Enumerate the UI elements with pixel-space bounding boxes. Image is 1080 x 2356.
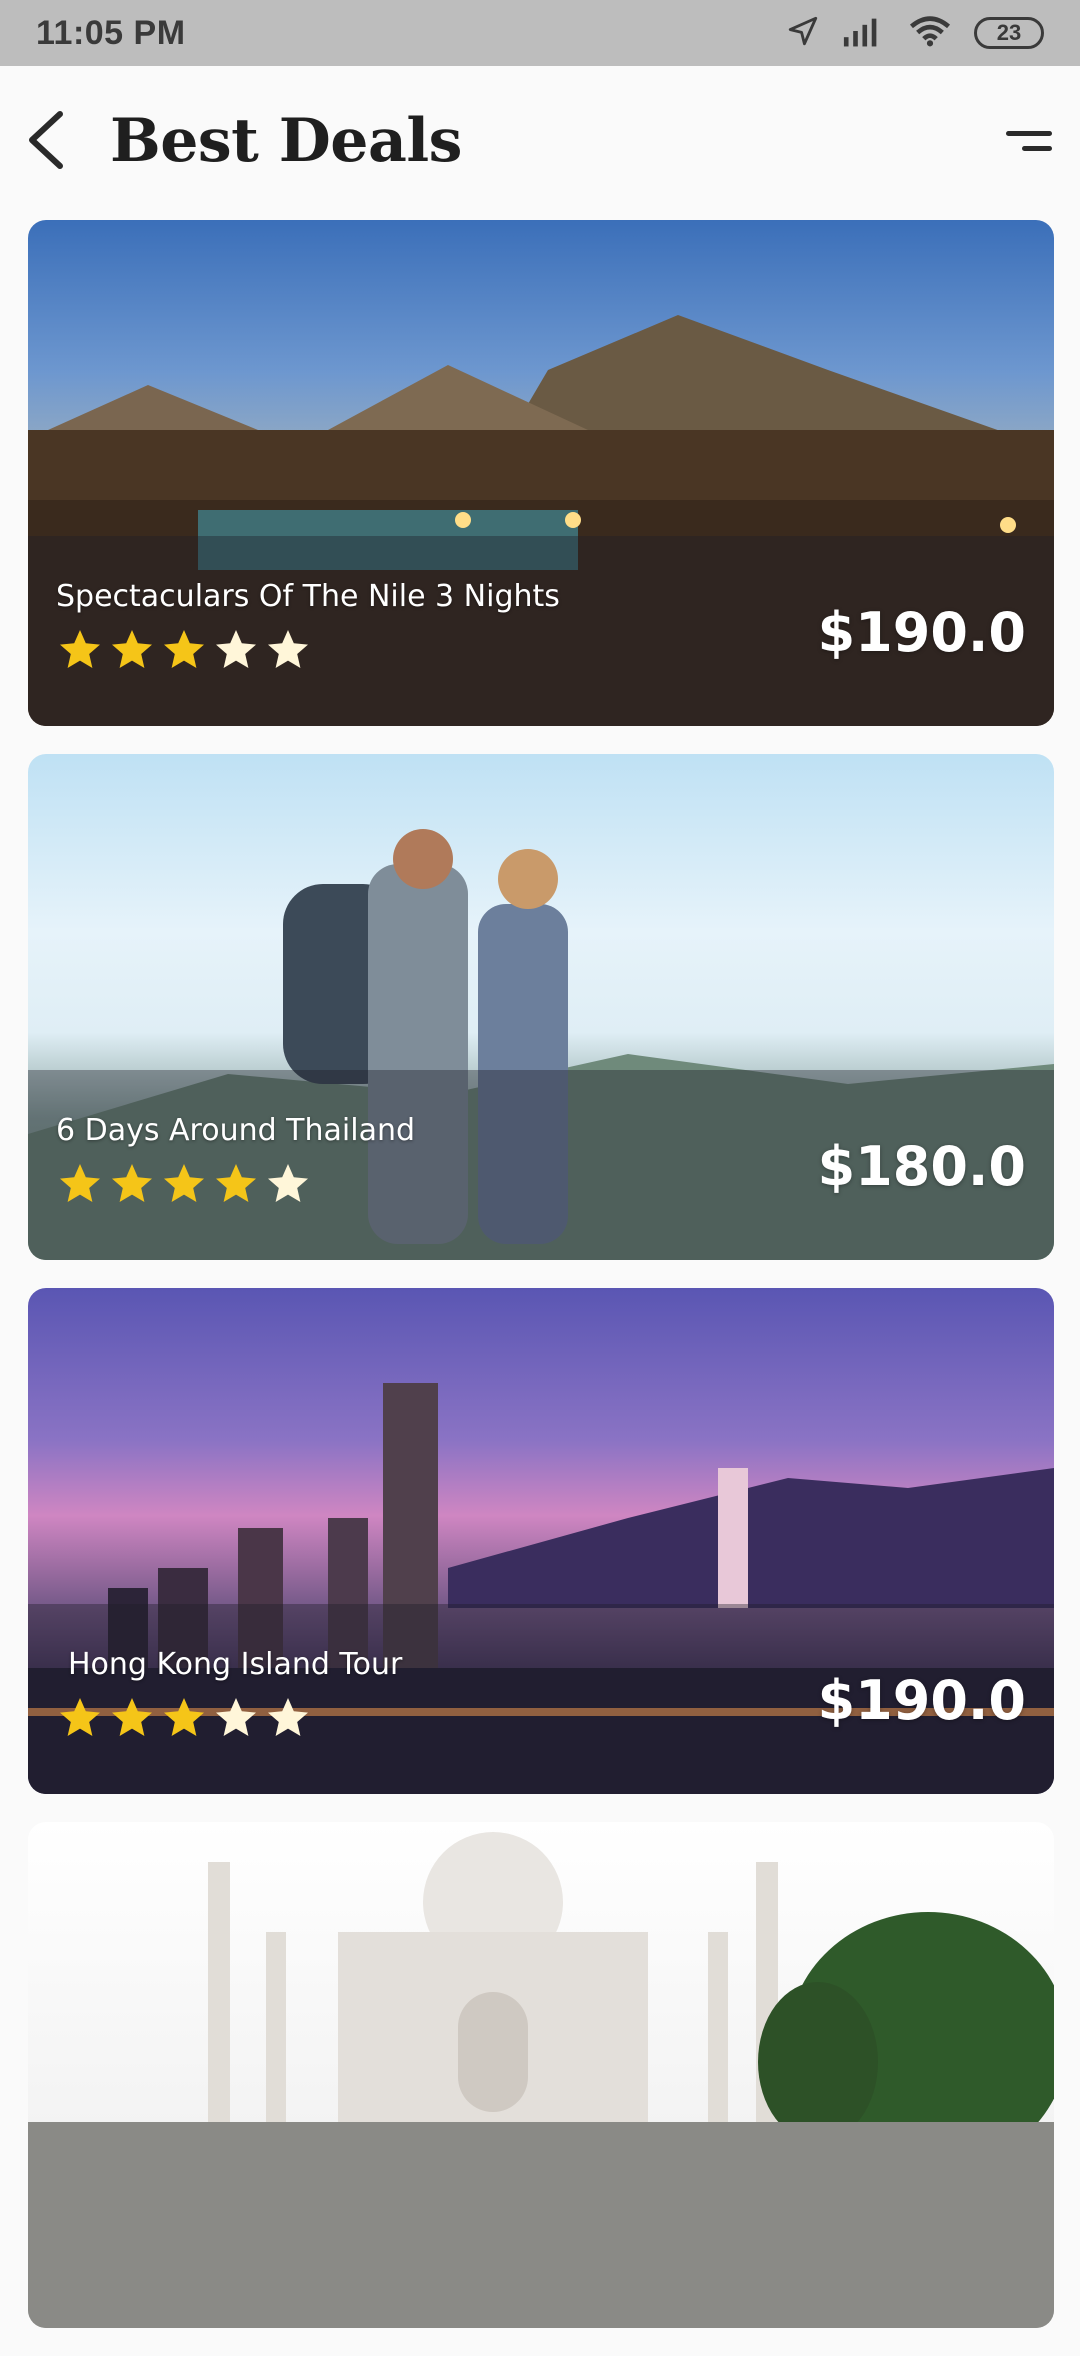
deal-title: Spectaculars Of The Nile 3 Nights xyxy=(56,579,560,614)
deal-price: $180.0 xyxy=(817,1135,1026,1198)
star-icon xyxy=(60,1164,100,1202)
star-icon xyxy=(112,630,152,668)
location-icon xyxy=(786,14,820,52)
signal-icon xyxy=(842,14,886,52)
star-icon xyxy=(112,1698,152,1736)
back-button[interactable] xyxy=(16,110,76,174)
sort-menu-icon xyxy=(1006,131,1052,136)
star-icon xyxy=(112,1164,152,1202)
star-icon xyxy=(60,1698,100,1736)
star-icon xyxy=(164,630,204,668)
deals-list: Spectaculars Of The Nile 3 Nights $190.0… xyxy=(28,220,1054,2356)
status-time: 11:05 PM xyxy=(36,13,186,52)
wifi-icon xyxy=(908,14,952,52)
star-icon xyxy=(268,1698,308,1736)
status-icons: 23 xyxy=(786,14,1044,52)
deal-price: $190.0 xyxy=(817,601,1026,664)
app-bar: Best Deals xyxy=(0,66,1080,216)
deal-image xyxy=(28,1822,1054,2328)
status-bar: 11:05 PM 23 xyxy=(0,0,1080,66)
star-icon xyxy=(216,1164,256,1202)
deal-card[interactable] xyxy=(28,1822,1054,2328)
star-icon xyxy=(164,1698,204,1736)
deal-card[interactable]: Hong Kong Island Tour $190.0 xyxy=(28,1288,1054,1794)
star-rating xyxy=(56,1160,312,1208)
sort-menu-button[interactable] xyxy=(992,116,1052,166)
star-icon xyxy=(268,630,308,668)
back-arrow-icon xyxy=(24,110,68,174)
star-icon xyxy=(60,630,100,668)
deal-title: 6 Days Around Thailand xyxy=(56,1113,416,1148)
deal-title: Hong Kong Island Tour xyxy=(68,1647,403,1682)
star-icon xyxy=(164,1164,204,1202)
deal-card[interactable]: Spectaculars Of The Nile 3 Nights $190.0 xyxy=(28,220,1054,726)
star-icon xyxy=(268,1164,308,1202)
battery-icon: 23 xyxy=(974,17,1044,49)
star-rating xyxy=(56,626,312,674)
star-icon xyxy=(216,630,256,668)
star-icon xyxy=(216,1698,256,1736)
deal-price: $190.0 xyxy=(817,1669,1026,1732)
deal-card[interactable]: 6 Days Around Thailand $180.0 xyxy=(28,754,1054,1260)
page-title: Best Deals xyxy=(110,106,462,176)
star-rating xyxy=(56,1694,312,1742)
